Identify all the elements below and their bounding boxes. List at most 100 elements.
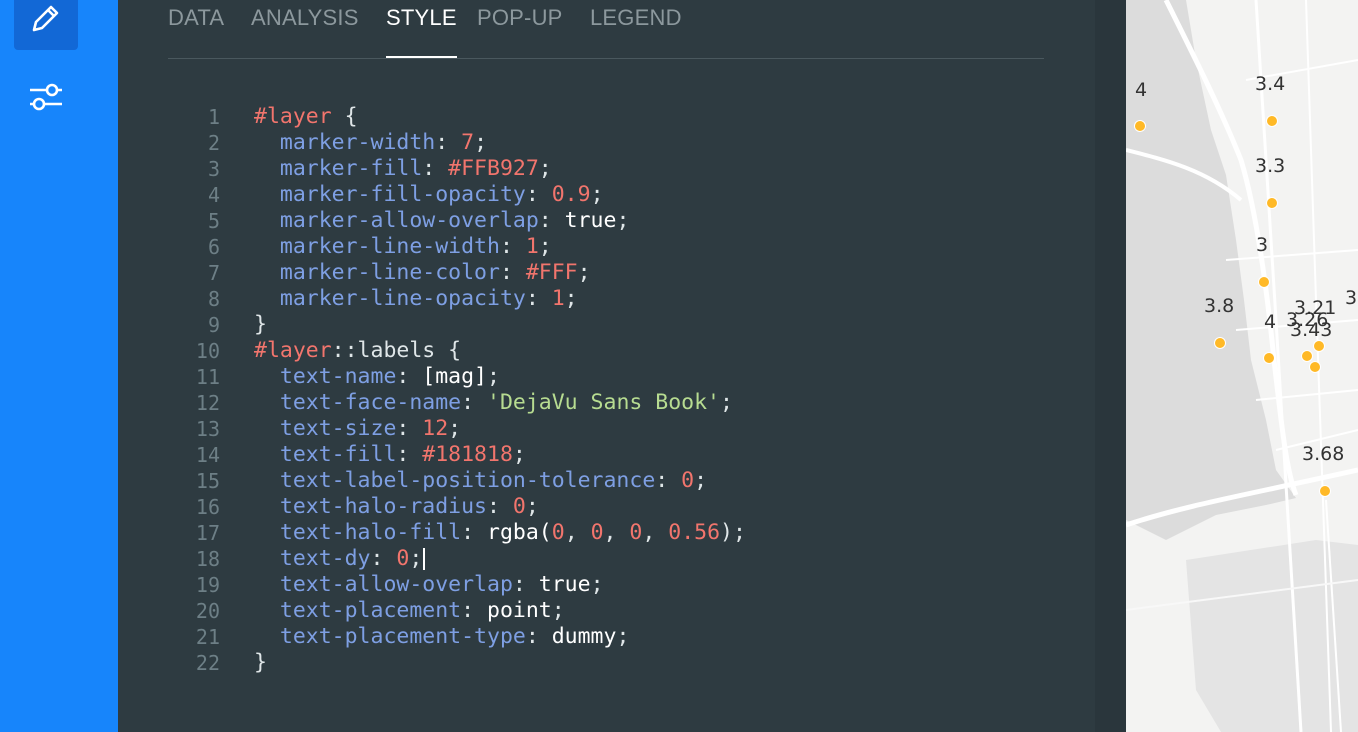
code-text[interactable]: text-face-name: 'DejaVu Sans Book';	[254, 390, 733, 416]
code-token-punc: ,	[564, 520, 591, 545]
code-line[interactable]: 21 text-placement-type: dummy;	[168, 624, 1048, 650]
code-line[interactable]: 19 text-allow-overlap: true;	[168, 572, 1048, 598]
code-token-kw: [mag]	[422, 364, 488, 389]
map-canvas[interactable]: 4 3.4 3.3 3 3.8 4 3.26 3.21 3.43 3 3.68	[1126, 0, 1358, 732]
code-text[interactable]: }	[254, 650, 267, 676]
line-number: 14	[195, 443, 220, 467]
tab-analysis[interactable]: ANALYSIS	[251, 4, 359, 57]
code-line[interactable]: 14 text-fill: #181818;	[168, 442, 1048, 468]
code-token-punc: :	[461, 390, 487, 415]
code-token-num: 0	[396, 546, 410, 571]
code-line[interactable]: 4 marker-fill-opacity: 0.9;	[168, 182, 1048, 208]
map-preview[interactable]: 4 3.4 3.3 3 3.8 4 3.26 3.21 3.43 3 3.68	[1126, 0, 1358, 732]
code-line[interactable]: 2 marker-width: 7;	[168, 130, 1048, 156]
code-token-punc: :	[370, 546, 397, 571]
code-text[interactable]: marker-line-opacity: 1;	[254, 286, 578, 312]
code-text[interactable]: #layer {	[254, 104, 358, 130]
code-text[interactable]: text-halo-radius: 0;	[254, 494, 539, 520]
code-line[interactable]: 9}	[168, 312, 1048, 338]
code-text[interactable]: text-placement-type: dummy;	[254, 624, 630, 650]
code-token-punc: ;	[409, 546, 423, 571]
code-text[interactable]: }	[254, 312, 267, 338]
code-text[interactable]: marker-width: 7;	[254, 130, 487, 156]
map-label: 3.4	[1255, 73, 1285, 95]
code-token-punc: :	[512, 572, 539, 597]
code-line[interactable]: 6 marker-line-width: 1;	[168, 234, 1048, 260]
code-token-punc: {	[331, 104, 358, 129]
map-marker[interactable]	[1263, 352, 1275, 364]
code-token-punc: }	[254, 312, 267, 337]
code-line[interactable]: 1 #layer {	[168, 104, 1048, 130]
code-text[interactable]: marker-line-width: 1;	[254, 234, 552, 260]
tab-legend[interactable]: LEGEND	[590, 4, 682, 57]
code-line[interactable]: 11 text-name: [mag];	[168, 364, 1048, 390]
code-text[interactable]: text-name: [mag];	[254, 364, 500, 390]
map-marker[interactable]	[1313, 340, 1325, 352]
code-token-prop: text-fill	[254, 442, 397, 467]
code-token-kw: rgba(	[487, 520, 552, 545]
code-token-prop: text-size	[254, 416, 397, 441]
code-line[interactable]: 22}	[168, 650, 1048, 676]
code-text[interactable]: text-halo-fill: rgba(0, 0, 0, 0.56);	[254, 520, 746, 546]
code-text[interactable]: marker-line-color: #FFF;	[254, 260, 591, 286]
code-line[interactable]: 13 text-size: 12;	[168, 416, 1048, 442]
code-token-punc: ::labels {	[331, 338, 462, 363]
text-cursor	[423, 548, 426, 570]
land-bottom	[1186, 540, 1358, 732]
code-line[interactable]: 7 marker-line-color: #FFF;	[168, 260, 1048, 286]
code-token-prop: text-placement	[254, 598, 462, 623]
code-text[interactable]: text-allow-overlap: true;	[254, 572, 604, 598]
map-marker[interactable]	[1266, 115, 1278, 127]
code-text[interactable]: text-placement: point;	[254, 598, 565, 624]
tab-style[interactable]: STYLE	[386, 4, 457, 58]
code-line[interactable]: 10 #layer::labels {	[168, 338, 1048, 364]
code-text[interactable]: text-fill: #181818;	[254, 442, 526, 468]
code-text[interactable]: text-dy: 0;	[254, 546, 426, 572]
code-line[interactable]: 20 text-placement: point;	[168, 598, 1048, 624]
code-text[interactable]: marker-fill: #FFB927;	[254, 156, 552, 182]
settings-sliders-button[interactable]	[14, 72, 78, 122]
line-number: 17	[195, 521, 220, 545]
line-number: 8	[207, 287, 220, 311]
line-number: 12	[195, 391, 220, 415]
code-line[interactable]: 3 marker-fill: #FFB927;	[168, 156, 1048, 182]
code-line[interactable]: 12 text-face-name: 'DejaVu Sans Book';	[168, 390, 1048, 416]
code-token-prop: text-face-name	[254, 390, 462, 415]
map-marker[interactable]	[1258, 276, 1270, 288]
code-line[interactable]: 17 text-halo-fill: rgba(0, 0, 0, 0.56);	[168, 520, 1048, 546]
line-number: 13	[195, 417, 220, 441]
code-line[interactable]: 18 text-dy: 0;	[168, 546, 1048, 572]
code-line[interactable]: 16 text-halo-radius: 0;	[168, 494, 1048, 520]
code-token-prop: marker-fill-opacity	[254, 182, 526, 207]
code-text[interactable]: marker-fill-opacity: 0.9;	[254, 182, 604, 208]
code-token-punc: ;	[590, 572, 604, 597]
code-token-num: 0	[512, 494, 526, 519]
tab-pop-up[interactable]: POP-UP	[477, 4, 563, 57]
code-line[interactable]: 15 text-label-position-tolerance: 0;	[168, 468, 1048, 494]
map-marker[interactable]	[1214, 337, 1226, 349]
map-marker[interactable]	[1266, 197, 1278, 209]
edit-style-button[interactable]	[14, 0, 78, 50]
code-token-punc: ;	[720, 390, 733, 415]
map-marker[interactable]	[1301, 350, 1313, 362]
tab-data[interactable]: DATA	[168, 4, 224, 57]
code-text[interactable]: #layer::labels {	[254, 338, 461, 364]
sliders-icon	[30, 83, 62, 111]
code-text[interactable]: text-size: 12;	[254, 416, 461, 442]
code-token-punc: :	[461, 520, 487, 545]
cartocss-code-editor[interactable]: 1 #layer {2 marker-width: 7; 3 marker-fill…	[168, 104, 1048, 676]
code-line[interactable]: 8 marker-line-opacity: 1;	[168, 286, 1048, 312]
code-token-kw: true	[564, 208, 617, 233]
code-token-num: 12	[422, 416, 449, 441]
code-text[interactable]: text-label-position-tolerance: 0;	[254, 468, 707, 494]
map-marker[interactable]	[1309, 361, 1321, 373]
code-token-prop: text-name	[254, 364, 397, 389]
map-marker[interactable]	[1134, 120, 1146, 132]
map-label: 3	[1256, 234, 1268, 256]
code-token-punc: :	[461, 598, 487, 623]
code-line[interactable]: 5 marker-allow-overlap: true;	[168, 208, 1048, 234]
map-marker[interactable]	[1319, 485, 1331, 497]
code-token-punc: :	[422, 156, 449, 181]
code-text[interactable]: marker-allow-overlap: true;	[254, 208, 630, 234]
line-number: 4	[207, 183, 220, 207]
